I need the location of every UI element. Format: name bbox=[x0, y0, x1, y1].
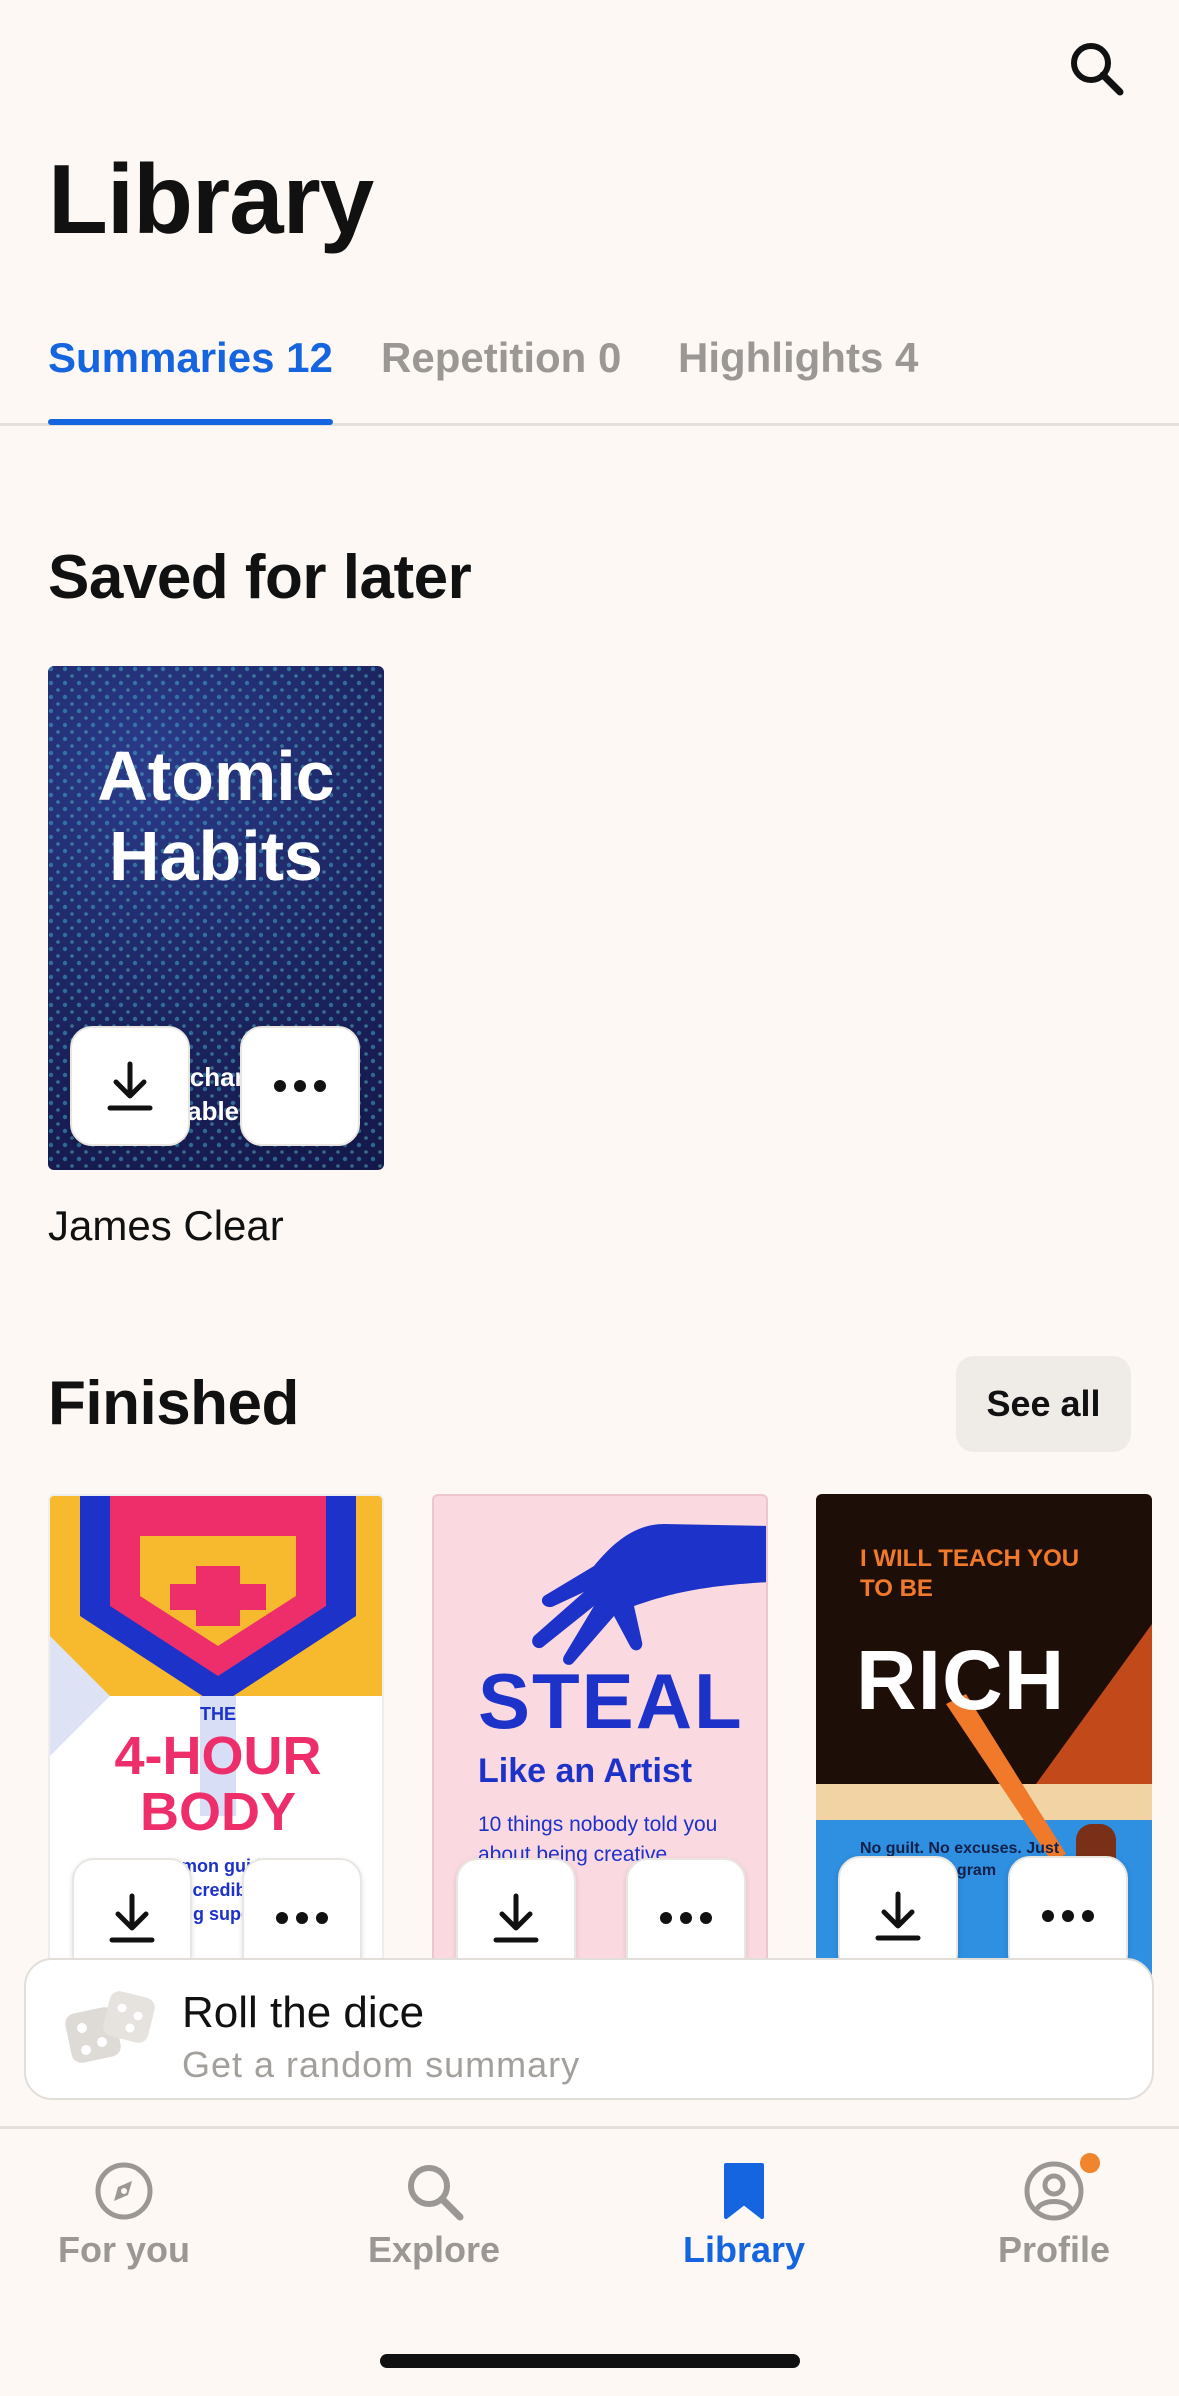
cover-title: 4-HOUR BODY bbox=[114, 1726, 322, 1842]
book-cover-4-hour-body[interactable]: THE 4-HOUR BODY An uncommon guide to rap… bbox=[48, 1494, 384, 1998]
nav-for-you[interactable]: For you bbox=[4, 2159, 244, 2271]
roll-the-dice-card[interactable]: Roll the dice Get a random summary bbox=[24, 1958, 1154, 2100]
book-author: James Clear bbox=[48, 1202, 284, 1249]
more-button[interactable] bbox=[240, 1026, 360, 1146]
roll-title: Roll the dice bbox=[182, 1988, 425, 2037]
more-icon bbox=[274, 1080, 326, 1092]
more-icon bbox=[660, 1912, 712, 1924]
cover-title: STEAL bbox=[478, 1657, 744, 1745]
search-icon bbox=[408, 2165, 464, 2221]
nav-explore[interactable]: Explore bbox=[314, 2159, 554, 2271]
download-button[interactable] bbox=[70, 1026, 190, 1146]
finished-section-title: Finished bbox=[48, 1369, 299, 1438]
page-title: Library bbox=[48, 144, 374, 254]
more-icon bbox=[276, 1912, 328, 1924]
notification-badge bbox=[1080, 2153, 1100, 2173]
dice-icon bbox=[65, 1991, 155, 2063]
cover-subtitle: Like an Artist bbox=[478, 1752, 693, 1790]
search-button[interactable] bbox=[1060, 32, 1132, 104]
tab-highlights[interactable]: Highlights 4 bbox=[678, 334, 918, 382]
download-icon bbox=[109, 1893, 155, 1943]
download-icon bbox=[107, 1061, 153, 1111]
compass-icon bbox=[95, 2162, 153, 2220]
book-cover-atomic-habits[interactable]: Atomic Habits Tiny changes, remarkable r… bbox=[48, 666, 384, 1170]
search-icon bbox=[1071, 43, 1124, 96]
tab-repetition[interactable]: Repetition 0 bbox=[381, 334, 621, 382]
see-all-button[interactable]: See all bbox=[956, 1356, 1131, 1452]
download-icon bbox=[493, 1893, 539, 1943]
tab-summaries[interactable]: Summaries 12 bbox=[48, 334, 333, 382]
home-indicator bbox=[380, 2354, 800, 2368]
download-icon bbox=[875, 1891, 921, 1941]
cover-title: RICH bbox=[856, 1633, 1066, 1727]
nav-profile[interactable]: Profile bbox=[934, 2153, 1174, 2271]
cover-title: Atomic Habits bbox=[97, 737, 335, 895]
book-cover-steal-like-an-artist[interactable]: STEAL Like an Artist 10 things nobody to… bbox=[432, 1494, 768, 1998]
tab-bar: Summaries 12 Repetition 0 Highlights 4 bbox=[0, 320, 1179, 426]
tab-active-indicator bbox=[48, 419, 333, 425]
nav-library[interactable]: Library bbox=[624, 2159, 864, 2271]
saved-section-title: Saved for later bbox=[48, 543, 472, 612]
more-icon bbox=[1042, 1910, 1094, 1922]
cover-small-text: I WILL TEACH YOU TO BE bbox=[860, 1545, 1080, 1602]
book-cover-i-will-teach-you-to-be-rich[interactable]: I WILL TEACH YOU TO BE RICH No guilt. No… bbox=[816, 1494, 1152, 1998]
user-icon bbox=[1024, 2161, 1084, 2221]
cover-small-text: THE bbox=[200, 1704, 236, 1724]
bookmark-icon bbox=[724, 2163, 764, 2219]
roll-subtitle: Get a random summary bbox=[182, 2044, 581, 2085]
